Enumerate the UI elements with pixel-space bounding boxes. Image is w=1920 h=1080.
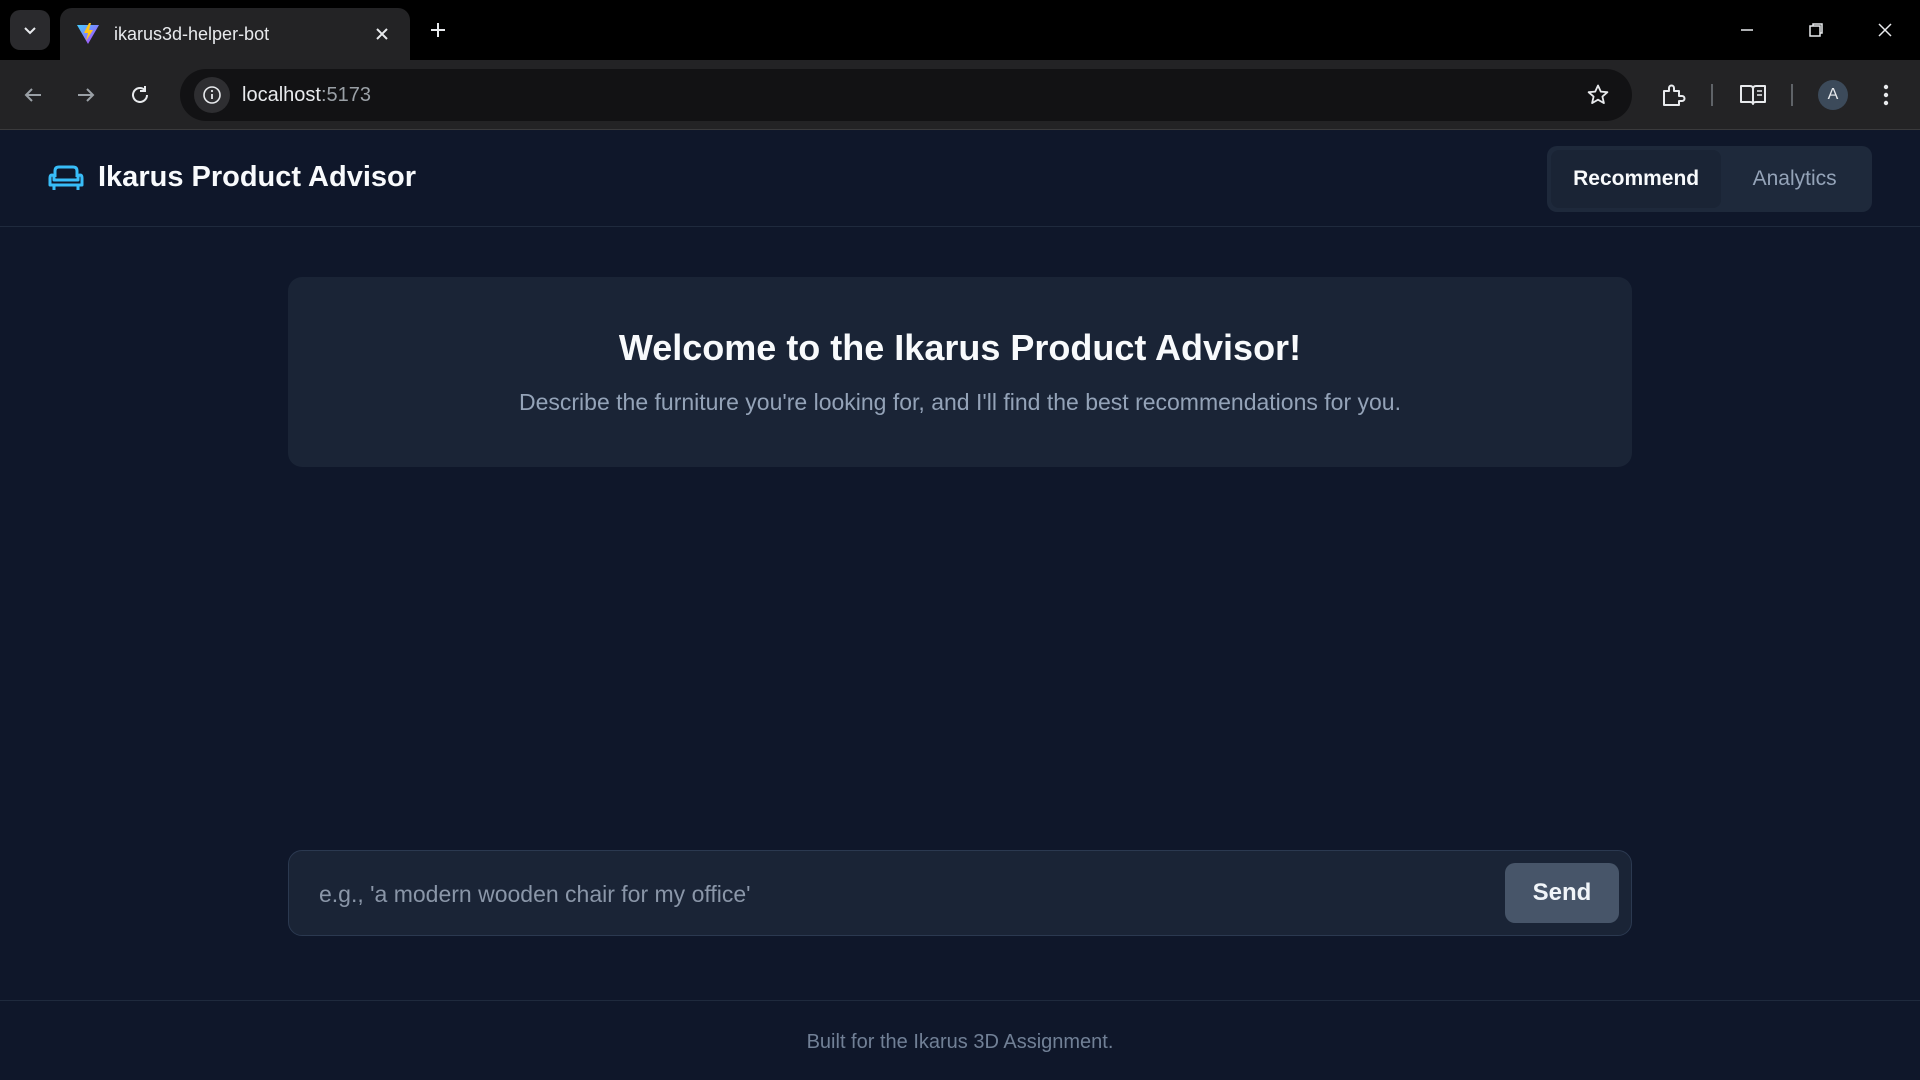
send-button[interactable]: Send [1505, 863, 1619, 923]
bookmark-star-icon[interactable] [1584, 81, 1612, 109]
reload-icon [132, 86, 148, 103]
restore-icon [1809, 23, 1823, 37]
arrow-right-icon [78, 88, 95, 102]
extensions-icon[interactable] [1653, 75, 1693, 115]
toolbar-divider [1711, 84, 1713, 106]
back-button[interactable] [13, 75, 53, 115]
browser-toolbar: localhost:5173 A [0, 60, 1920, 130]
minimize-button[interactable] [1725, 12, 1769, 48]
tab-title: ikarus3d-helper-bot [114, 23, 270, 44]
new-tab-button[interactable] [422, 14, 454, 46]
query-input[interactable] [319, 873, 1479, 915]
profile-avatar[interactable]: A [1818, 80, 1848, 110]
browser-tab[interactable]: ikarus3d-helper-bot [60, 8, 410, 60]
close-icon [1878, 23, 1892, 37]
footer: Built for the Ikarus 3D Assignment. [0, 1000, 1920, 1080]
address-bar[interactable]: localhost:5173 [180, 69, 1632, 121]
site-info-icon[interactable] [194, 77, 230, 113]
close-tab-icon[interactable] [370, 22, 394, 46]
chevron-down-icon [24, 27, 36, 35]
footer-text: Built for the Ikarus 3D Assignment. [806, 1031, 1114, 1053]
welcome-subtitle: Describe the furniture you're looking fo… [519, 389, 1401, 415]
minimize-icon [1741, 29, 1753, 31]
main-nav-tabs: Recommend Analytics [1547, 146, 1872, 212]
plus-icon [431, 23, 445, 37]
reload-button[interactable] [120, 75, 160, 115]
reading-list-icon[interactable] [1733, 75, 1773, 115]
welcome-card: Welcome to the Ikarus Product Advisor! D… [288, 277, 1632, 467]
brand: Ikarus Product Advisor [48, 161, 416, 194]
browser-tab-bar: ikarus3d-helper-bot [0, 0, 1920, 60]
app-header: Ikarus Product Advisor Recommend Analyti… [0, 131, 1920, 227]
arrow-left-icon [24, 88, 41, 102]
toolbar-divider [1791, 84, 1793, 106]
welcome-title: Welcome to the Ikarus Product Advisor! [618, 327, 1302, 368]
url-port: :5173 [320, 83, 371, 106]
forward-button[interactable] [66, 75, 106, 115]
vite-logo-icon [77, 23, 99, 44]
app-title: Ikarus Product Advisor [98, 161, 417, 193]
more-menu-icon[interactable] [1866, 75, 1906, 115]
tab-analytics[interactable]: Analytics [1721, 150, 1868, 208]
close-window-button[interactable] [1863, 12, 1907, 48]
url-host: localhost [242, 83, 321, 106]
tab-recommend[interactable]: Recommend [1551, 150, 1722, 208]
sofa-icon [48, 165, 84, 190]
tab-search-button[interactable] [10, 10, 50, 50]
chat-input-bar: Send [288, 850, 1632, 936]
restore-button[interactable] [1794, 12, 1838, 48]
